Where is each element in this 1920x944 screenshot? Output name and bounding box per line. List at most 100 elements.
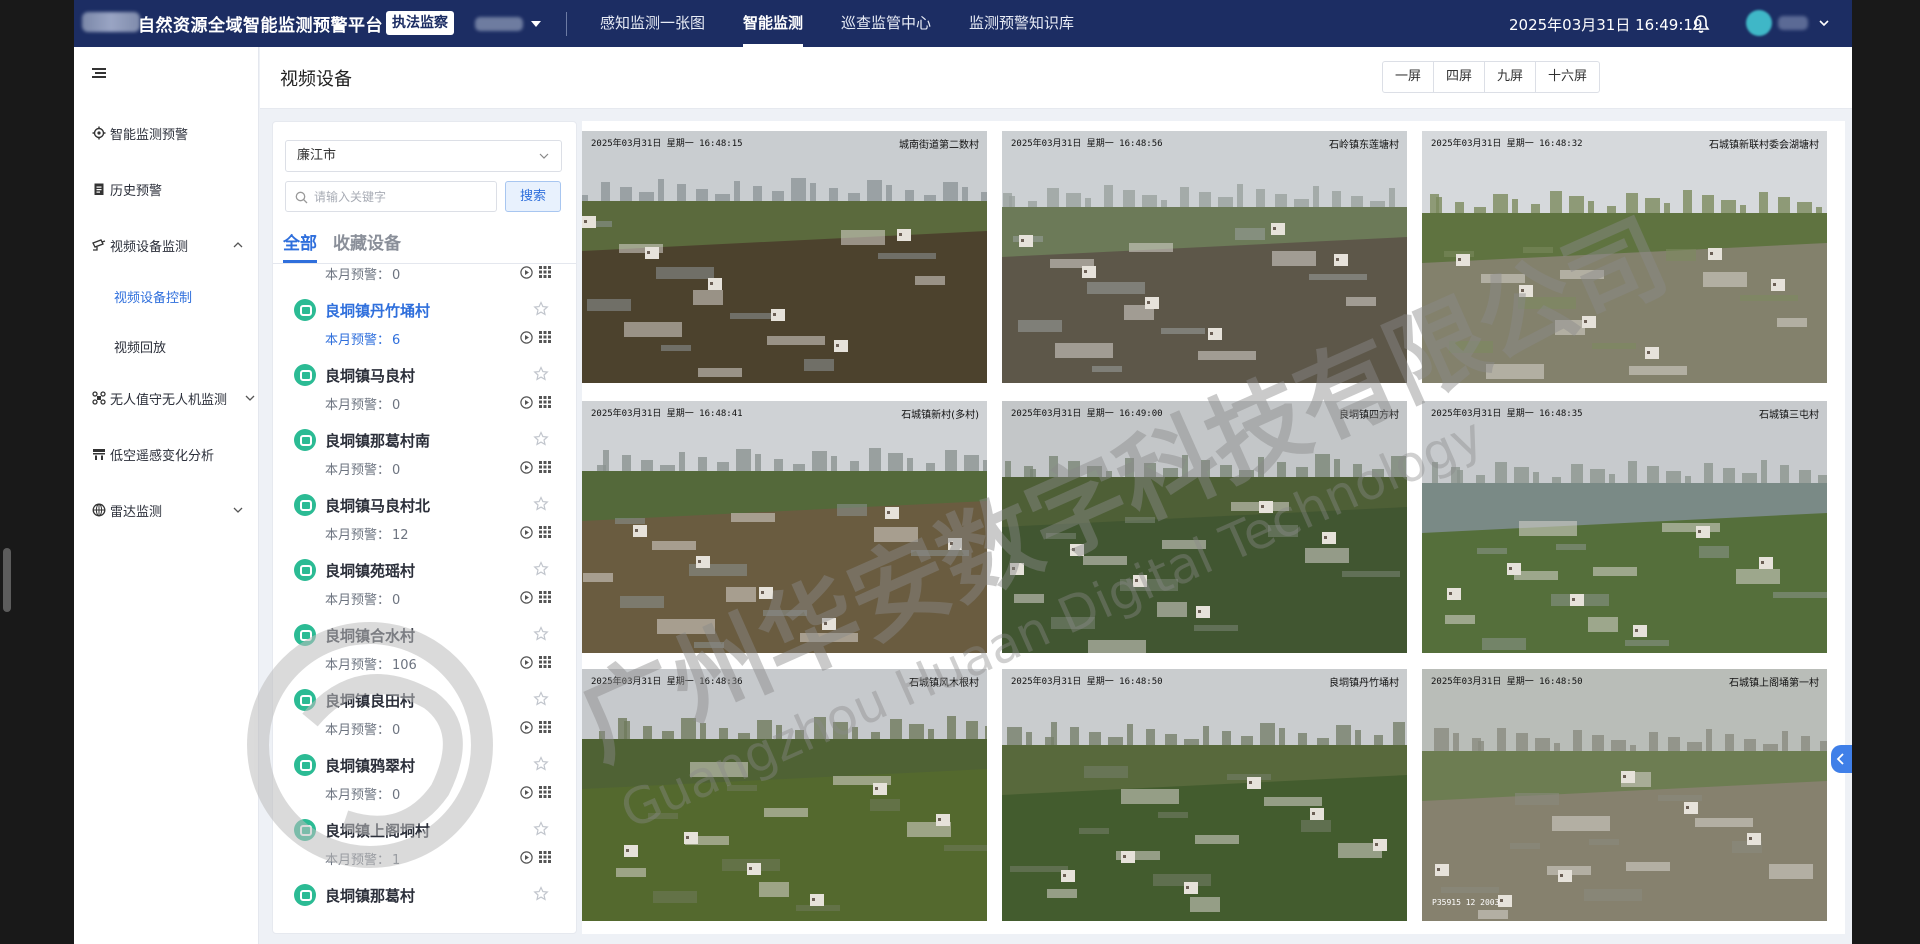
list-item[interactable]: 良垌镇苑瑶村 本月预警： 0 — [273, 559, 576, 624]
video-tile[interactable]: 2025年03月31日 星期一 16:49:00 良垌镇四方村 — [1002, 401, 1407, 653]
device-name: 良垌镇丹竹埇村 — [325, 302, 431, 320]
star-icon[interactable] — [533, 366, 549, 382]
grid-icon[interactable] — [539, 721, 551, 733]
nav-perception-map[interactable]: 感知监测一张图 — [600, 0, 705, 47]
tab-all[interactable]: 全部 — [283, 229, 317, 263]
grid-icon[interactable] — [539, 851, 551, 863]
screen-mode-1[interactable]: 一屏 — [1383, 62, 1435, 92]
video-tile[interactable]: 2025年03月31日 星期一 16:48:41 石城镇新村(多村) — [582, 401, 987, 653]
device-name: 良垌镇鸦翠村 — [325, 757, 416, 775]
play-icon[interactable] — [520, 266, 533, 279]
bell-icon[interactable] — [1692, 14, 1710, 34]
chevron-down-icon — [1819, 20, 1829, 27]
play-icon[interactable] — [520, 786, 533, 799]
grid-icon[interactable] — [539, 526, 551, 538]
play-icon[interactable] — [520, 851, 533, 864]
window-resize-handle[interactable] — [3, 548, 11, 612]
video-tile[interactable]: 2025年03月31日 星期一 16:48:50 良垌镇丹竹埇村 — [1002, 669, 1407, 921]
device-name: 良垌镇马良村北 — [325, 497, 431, 515]
play-icon[interactable] — [520, 526, 533, 539]
star-icon[interactable] — [533, 496, 549, 512]
grid-icon[interactable] — [539, 396, 551, 408]
app-window: 自然资源全域智能监测预警平台 执法监察 感知监测一张图 智能监测 巡查监管中心 … — [74, 0, 1852, 944]
device-alert-count: 本月预警： 0 — [325, 398, 401, 413]
video-tile[interactable]: 2025年03月31日 星期一 16:48:32 石城镇新联村委会湖塘村 — [1422, 131, 1827, 383]
nav-inspection-center[interactable]: 巡查监管中心 — [841, 0, 931, 47]
camera-device-icon — [294, 689, 316, 711]
list-item[interactable]: 良垌镇马良村北 本月预警： 12 — [273, 494, 576, 559]
search-button[interactable]: 搜索 — [505, 181, 561, 212]
list-item[interactable]: 良垌镇马良村 本月预警： 0 — [273, 364, 576, 429]
grid-icon[interactable] — [539, 786, 551, 798]
main-nav: 感知监测一张图 智能监测 巡查监管中心 监测预警知识库 — [600, 0, 1112, 47]
video-location-label: 石城镇风木根村 — [909, 678, 979, 689]
page-header: 视频设备 一屏 四屏 九屏 十六屏 — [260, 47, 1852, 109]
star-icon[interactable] — [533, 431, 549, 447]
video-tile[interactable]: 2025年03月31日 星期一 16:48:36 石城镇风木根村 — [582, 669, 987, 921]
screen-mode-16[interactable]: 十六屏 — [1536, 62, 1599, 92]
video-location-label: 良垌镇丹竹埇村 — [1329, 678, 1399, 689]
play-icon[interactable] — [520, 331, 533, 344]
device-list-panel: 廉江市 搜索 全部 收藏设备 本月预警：0良垌镇丹竹埇村本月预警：6良垌镇马良村… — [272, 121, 577, 934]
device-list[interactable]: 本月预警： 0 良垌镇丹竹埇村 本月预警： 6 良垌镇马良村 本月预警： 0 良垌镇那葛村南 本月… — [273, 264, 576, 933]
chevron-up-icon — [233, 242, 243, 248]
grid-icon[interactable] — [539, 266, 551, 278]
star-icon[interactable] — [533, 626, 549, 642]
grid-icon[interactable] — [539, 461, 551, 473]
video-tile[interactable]: 2025年03月31日 星期一 16:48:50 石城镇上阁埇第一村 P35915 … — [1422, 669, 1827, 921]
sidebar-item-video-device[interactable]: 视频设备监测 — [74, 233, 259, 257]
grid-icon[interactable] — [539, 656, 551, 668]
video-tile[interactable]: 2025年03月31日 星期一 16:48:35 石城镇三屯村 — [1422, 401, 1827, 653]
star-icon[interactable] — [533, 301, 549, 317]
grid-icon[interactable] — [539, 331, 551, 343]
sidebar-item-label: 视频设备监测 — [110, 239, 189, 255]
screen-mode-4[interactable]: 四屏 — [1434, 62, 1486, 92]
role-tag[interactable]: 执法监察 — [386, 11, 454, 35]
video-tile[interactable]: 2025年03月31日 星期一 16:48:15 城南街道第二数村 — [582, 131, 987, 383]
video-tile[interactable]: 2025年03月31日 星期一 16:48:56 石岭镇东莲塘村 — [1002, 131, 1407, 383]
list-item[interactable]: 良垌镇鸦翠村 本月预警： 0 — [273, 754, 576, 819]
department-dropdown[interactable] — [475, 14, 545, 34]
sidebar-item-remote-sensing[interactable]: 低空遥感变化分析 — [74, 442, 259, 466]
list-item[interactable]: 本月预警： 0 — [273, 264, 576, 299]
collapse-panel-button[interactable] — [1831, 745, 1852, 773]
play-icon[interactable] — [520, 721, 533, 734]
left-window-edge — [0, 0, 74, 944]
star-icon[interactable] — [533, 886, 549, 902]
list-item[interactable]: 良垌镇那葛村南 本月预警： 0 — [273, 429, 576, 494]
user-menu[interactable] — [1746, 10, 1830, 36]
sidebar-sub-video-control[interactable]: 视频设备控制 — [114, 287, 192, 306]
list-item[interactable]: 良垌镇良田村 本月预警： 0 — [273, 689, 576, 754]
grid-icon[interactable] — [539, 591, 551, 603]
drone-icon — [92, 391, 106, 405]
video-location-label: 良垌镇四方村 — [1339, 410, 1399, 421]
sidebar-item-radar[interactable]: 雷达监测 — [74, 498, 259, 522]
star-icon[interactable] — [533, 691, 549, 707]
screen-mode-9[interactable]: 九屏 — [1485, 62, 1537, 92]
nav-knowledge-base[interactable]: 监测预警知识库 — [969, 0, 1074, 47]
tab-favorites[interactable]: 收藏设备 — [333, 229, 401, 263]
list-item[interactable]: 良垌镇那葛村 — [273, 884, 576, 933]
sidebar-item-drone-monitoring[interactable]: 无人值守无人机监测 — [74, 386, 259, 410]
play-icon[interactable] — [520, 461, 533, 474]
menu-toggle-icon[interactable] — [92, 67, 106, 79]
video-frame — [1422, 131, 1827, 383]
region-dropdown[interactable]: 廉江市 — [285, 140, 562, 172]
star-icon[interactable] — [533, 561, 549, 577]
list-item[interactable]: 良垌镇上阁垌村 本月预警： 1 — [273, 819, 576, 884]
play-icon[interactable] — [520, 656, 533, 669]
star-icon[interactable] — [533, 756, 549, 772]
nav-intelligent-monitoring[interactable]: 智能监测 — [743, 0, 804, 47]
list-item[interactable]: 良垌镇合水村 本月预警： 106 — [273, 624, 576, 689]
sidebar-sub-video-playback[interactable]: 视频回放 — [114, 337, 166, 356]
sidebar-item-history-warning[interactable]: 历史预警 — [74, 177, 259, 201]
list-item[interactable]: 良垌镇丹竹埇村 本月预警： 6 — [273, 299, 576, 364]
video-frame — [1002, 401, 1407, 653]
play-icon[interactable] — [520, 396, 533, 409]
top-navigation-bar: 自然资源全域智能监测预警平台 执法监察 感知监测一张图 智能监测 巡查监管中心 … — [74, 0, 1852, 47]
search-input[interactable] — [314, 186, 492, 208]
sidebar-item-smart-warning[interactable]: 智能监测预警 — [74, 121, 259, 145]
play-icon[interactable] — [520, 591, 533, 604]
video-timestamp: 2025年03月31日 星期一 16:48:36 — [591, 677, 743, 687]
star-icon[interactable] — [533, 821, 549, 837]
